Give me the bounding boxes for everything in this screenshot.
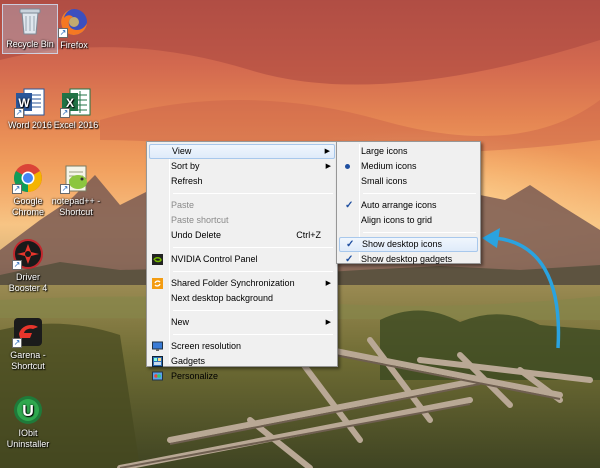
menu-separator xyxy=(173,334,333,335)
menu-item-label: Large icons xyxy=(361,146,408,156)
menu-separator xyxy=(363,193,476,194)
firefox-icon: ↗ xyxy=(58,6,90,38)
menu-item-label: Sort by xyxy=(171,161,200,171)
submenu-arrow-icon: ▶ xyxy=(325,319,331,326)
menu-item-large-icons[interactable]: Large icons xyxy=(339,144,478,159)
radio-bullet-icon xyxy=(345,164,350,169)
menu-item-label: Screen resolution xyxy=(171,341,242,351)
menu-item-shortcut-key: Ctrl+Z xyxy=(296,230,321,240)
menu-item-personalize[interactable]: Personalize xyxy=(149,369,335,384)
shortcut-arrow-icon: ↗ xyxy=(58,28,68,38)
desktop-icon-label: Excel 2016 xyxy=(53,120,99,130)
menu-separator xyxy=(173,310,333,311)
menu-item-label: Next desktop background xyxy=(171,293,274,303)
desktop-icon-label: Word 2016 xyxy=(8,120,52,130)
desktop-icon-label: Garena - Shortcut xyxy=(10,350,46,371)
menu-item-label: Gadgets xyxy=(171,356,206,366)
menu-item-label: Show desktop icons xyxy=(362,239,443,249)
display-icon xyxy=(152,341,163,352)
menu-item-paste-shortcut[interactable]: Paste shortcut xyxy=(149,213,335,228)
menu-item-sort-by[interactable]: Sort by ▶ xyxy=(149,159,335,174)
desktop-icon-notepad-plus-plus[interactable]: ↗ notepad++ - Shortcut xyxy=(48,162,104,218)
desktop-icon-iobit-uninstaller[interactable]: U IObit Uninstaller xyxy=(0,394,56,450)
gadgets-icon xyxy=(152,356,163,367)
desktop-icon-driver-booster[interactable]: ↗ Driver Booster 4 xyxy=(0,238,56,294)
submenu-arrow-icon: ▶ xyxy=(325,280,331,287)
chrome-icon: ↗ xyxy=(12,162,44,194)
menu-item-label: Paste shortcut xyxy=(171,215,229,225)
desktop-icon-label: Firefox xyxy=(60,40,88,50)
menu-item-refresh[interactable]: Refresh xyxy=(149,174,335,189)
checkmark-icon: ✓ xyxy=(345,200,354,211)
menu-item-label: New xyxy=(171,317,190,327)
menu-separator xyxy=(173,247,333,248)
shortcut-arrow-icon: ↗ xyxy=(60,108,70,118)
submenu-arrow-icon: ▶ xyxy=(325,163,331,170)
menu-item-show-desktop-icons[interactable]: ✓ Show desktop icons xyxy=(339,237,478,252)
menu-item-next-desktop-background[interactable]: Next desktop background xyxy=(149,291,335,306)
shortcut-arrow-icon: ↗ xyxy=(12,184,22,194)
checkmark-icon: ✓ xyxy=(345,254,354,265)
menu-item-view[interactable]: View ▶ xyxy=(149,144,335,159)
sync-icon xyxy=(152,278,163,289)
desktop-icon-garena[interactable]: ↗ Garena - Shortcut xyxy=(0,316,56,372)
menu-item-label: Auto arrange icons xyxy=(361,200,437,210)
menu-item-auto-arrange-icons[interactable]: ✓ Auto arrange icons xyxy=(339,198,478,213)
recycle-bin-icon xyxy=(14,5,46,37)
personalize-icon xyxy=(152,371,163,382)
shortcut-arrow-icon: ↗ xyxy=(14,108,24,118)
submenu-arrow-icon: ▶ xyxy=(324,148,330,155)
desktop-icon-label: Driver Booster 4 xyxy=(8,272,48,293)
annotation-arrow xyxy=(482,228,561,349)
excel-icon: X ↗ xyxy=(60,86,92,118)
driver-booster-icon: ↗ xyxy=(12,238,44,270)
menu-item-show-desktop-gadgets[interactable]: ✓ Show desktop gadgets xyxy=(339,252,478,267)
menu-item-label: Refresh xyxy=(171,176,203,186)
menu-item-label: Medium icons xyxy=(361,161,417,171)
menu-item-nvidia-control-panel[interactable]: NVIDIA Control Panel xyxy=(149,252,335,267)
menu-item-label: Undo Delete xyxy=(171,230,222,240)
menu-item-undo-delete[interactable]: Undo Delete Ctrl+Z xyxy=(149,228,335,243)
desktop-icon-label: notepad++ - Shortcut xyxy=(51,196,101,217)
menu-item-screen-resolution[interactable]: Screen resolution xyxy=(149,339,335,354)
menu-item-new[interactable]: New ▶ xyxy=(149,315,335,330)
menu-item-label: NVIDIA Control Panel xyxy=(171,254,258,264)
desktop-icon-label: Google Chrome xyxy=(11,196,44,217)
menu-item-label: Align icons to grid xyxy=(361,215,433,225)
checkmark-icon: ✓ xyxy=(346,239,355,250)
menu-item-label: Small icons xyxy=(361,176,408,186)
desktop-icon-firefox[interactable]: ↗ Firefox xyxy=(46,6,102,51)
menu-item-gadgets[interactable]: Gadgets xyxy=(149,354,335,369)
menu-separator xyxy=(363,232,476,233)
desktop[interactable]: Recycle Bin ↗ Firefox W ↗ Word 2016 X ↗ … xyxy=(0,0,600,468)
menu-separator xyxy=(173,193,333,194)
notepad-plus-plus-icon: ↗ xyxy=(60,162,92,194)
iobit-uninstaller-icon: U xyxy=(12,394,44,426)
shortcut-arrow-icon: ↗ xyxy=(12,260,22,270)
desktop-icon-label: IObit Uninstaller xyxy=(6,428,50,449)
shortcut-arrow-icon: ↗ xyxy=(12,338,22,348)
shortcut-arrow-icon: ↗ xyxy=(60,184,70,194)
menu-item-label: Shared Folder Synchronization xyxy=(171,278,295,288)
menu-item-label: View xyxy=(172,146,192,156)
menu-item-align-icons-to-grid[interactable]: Align icons to grid xyxy=(339,213,478,228)
desktop-icon-excel[interactable]: X ↗ Excel 2016 xyxy=(48,86,104,131)
word-icon: W ↗ xyxy=(14,86,46,118)
garena-icon: ↗ xyxy=(12,316,44,348)
menu-item-medium-icons[interactable]: Medium icons xyxy=(339,159,478,174)
menu-item-small-icons[interactable]: Small icons xyxy=(339,174,478,189)
menu-separator xyxy=(173,271,333,272)
nvidia-icon xyxy=(152,254,163,265)
menu-item-label: Show desktop gadgets xyxy=(361,254,453,264)
desktop-context-menu: View ▶ Sort by ▶ Refresh Paste Paste sho… xyxy=(146,141,338,381)
view-submenu: Large icons Medium icons Small icons ✓ A… xyxy=(336,141,481,267)
menu-item-paste[interactable]: Paste xyxy=(149,198,335,213)
svg-text:U: U xyxy=(22,403,34,420)
menu-item-shared-folder-sync[interactable]: Shared Folder Synchronization ▶ xyxy=(149,276,335,291)
menu-item-label: Paste xyxy=(171,200,195,210)
menu-item-label: Personalize xyxy=(171,371,219,381)
